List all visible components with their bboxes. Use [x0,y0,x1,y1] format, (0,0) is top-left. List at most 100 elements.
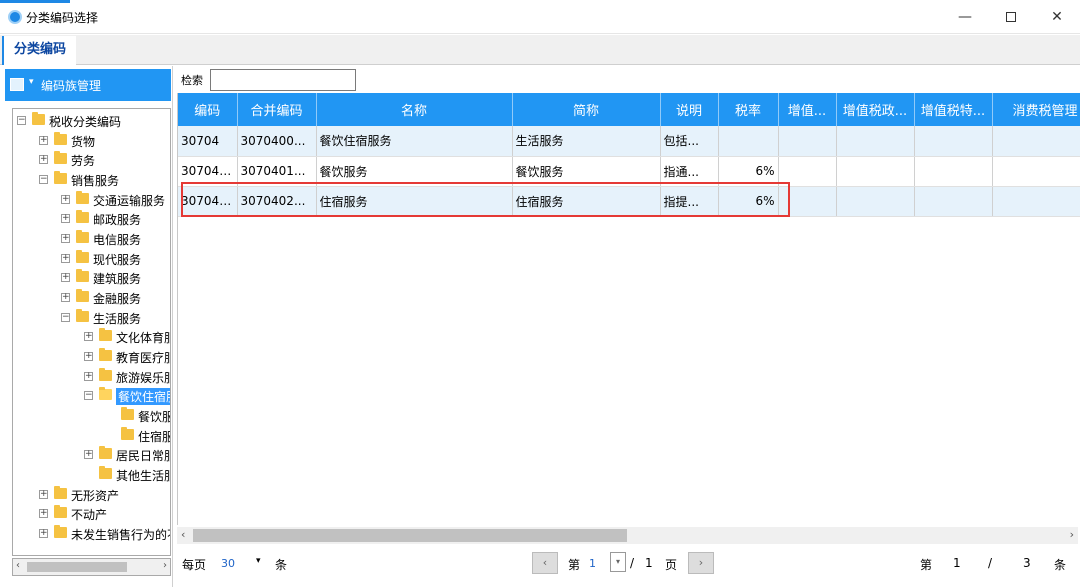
tree-node-label: 交通运输服务 [93,194,166,208]
column-header-tax-rate[interactable]: 税率 [718,93,779,126]
table-row[interactable]: 30704 3070400... 餐饮住宿服务 生活服务 包括... [178,126,1080,157]
expand-icon[interactable]: + [84,372,93,381]
folder-icon [99,328,112,341]
folder-icon [76,269,89,282]
app-icon [8,10,22,24]
tree-node-label: 劳务 [71,154,96,168]
current-page: 1 [589,557,596,570]
scroll-right-icon[interactable]: › [163,560,167,571]
expand-icon[interactable]: + [61,254,70,263]
tree-node-label: 邮政服务 [93,213,142,227]
expand-icon[interactable]: + [39,529,48,538]
expand-icon[interactable]: + [61,214,70,223]
page-unit: 页 [665,558,678,572]
tree-node-label: 不动产 [71,508,108,522]
table-header-row: 编码 合并编码 名称 简称 说明 税率 增值... 增值税政... 增值税特..… [178,93,1080,126]
cell-merged-code: 3070401... [237,156,317,187]
cell-consumption-tax [992,126,1080,157]
cell-code: 3070401 [178,156,238,187]
window-title: 分类编码选择 [26,11,99,25]
expand-icon[interactable]: + [61,273,70,282]
folder-icon [99,368,112,381]
cell-tax-rate: 6% [718,156,779,187]
collapse-icon[interactable]: − [17,116,26,125]
column-header-vat-policy[interactable]: 增值税政... [836,93,915,126]
minimize-button[interactable]: — [942,0,988,34]
cell-vat-policy [836,126,915,157]
column-header-consumption-tax[interactable]: 消费税管理 [992,93,1080,126]
prev-page-button[interactable]: ‹ [532,552,558,574]
cell-description: 指提... [660,186,719,217]
grid-icon [10,78,24,91]
page-select-dropdown[interactable]: ▾ [610,552,626,572]
cell-vat [778,186,837,217]
folder-icon [99,348,112,361]
close-button[interactable]: ✕ [1034,0,1080,34]
tree-node-label: 餐饮住宿服务 [116,388,170,405]
search-label: 检索 [181,74,203,87]
cell-vat-special [914,186,993,217]
page-label: 第 [568,558,581,572]
search-input[interactable] [210,69,356,91]
tree-node-label: 金融服务 [93,292,142,306]
chevron-down-icon[interactable]: ▾ [256,556,261,566]
cell-name: 餐饮服务 [316,156,513,187]
scroll-thumb[interactable] [27,562,127,572]
scroll-left-icon[interactable]: ‹ [181,528,185,541]
column-header-short-name[interactable]: 简称 [512,93,661,126]
tree-node-label: 税收分类编码 [49,115,122,129]
per-page-label: 每页 [182,558,207,572]
folder-icon [76,210,89,223]
expand-icon[interactable]: + [84,332,93,341]
expand-icon[interactable]: + [84,352,93,361]
expand-icon[interactable]: + [61,234,70,243]
collapse-icon[interactable]: − [84,391,93,400]
column-header-description[interactable]: 说明 [660,93,719,126]
code-family-manager-button[interactable]: ▾ 编码族管理 [5,69,171,101]
folder-icon [54,486,67,499]
expand-icon[interactable]: + [39,490,48,499]
expand-icon[interactable]: + [84,450,93,459]
titlebar-accent [0,0,70,3]
total-pages: 1 [645,556,653,570]
collapse-icon[interactable]: − [39,175,48,184]
cell-description: 包括... [660,126,719,157]
folder-icon [76,250,89,263]
scroll-thumb[interactable] [193,529,627,542]
collapse-icon[interactable]: − [61,313,70,322]
tree-horizontal-scrollbar[interactable]: ‹ › [12,558,171,576]
tree-node-label: 电信服务 [93,233,142,247]
tree-node-label: 餐饮服务 [138,410,170,424]
close-icon: ✕ [1051,9,1063,25]
expand-icon[interactable]: + [61,293,70,302]
column-header-name[interactable]: 名称 [316,93,513,126]
column-header-merged-code[interactable]: 合并编码 [237,93,317,126]
record-separator: / [988,556,993,570]
expand-icon[interactable]: + [39,136,48,145]
column-header-vat[interactable]: 增值... [778,93,837,126]
category-tree[interactable]: − 税收分类编码 + 货物 + 劳务 − 销售服务 + 交通运输服务 + 邮政服… [12,108,171,556]
folder-icon [54,525,67,538]
table-row[interactable]: 3070402 3070402... 住宿服务 住宿服务 指提... 6% [178,186,1080,217]
next-page-button[interactable]: › [688,552,714,574]
folder-icon [99,446,112,459]
table-row-highlighted[interactable]: 3070401 3070401... 餐饮服务 餐饮服务 指通... 6% [178,156,1080,187]
folder-icon [32,112,45,125]
cell-short-name: 住宿服务 [512,186,661,217]
tab-classification-code[interactable]: 分类编码 [2,36,77,65]
window-titlebar: 分类编码选择 — ✕ [0,0,1080,34]
cell-vat-special [914,156,993,187]
per-page-value[interactable]: 30 [221,557,235,570]
cell-consumption-tax [992,156,1080,187]
expand-icon[interactable]: + [61,195,70,204]
column-header-code[interactable]: 编码 [178,93,238,126]
scroll-right-icon[interactable]: › [1070,528,1074,541]
expand-icon[interactable]: + [39,509,48,518]
column-header-vat-special[interactable]: 增值税特... [914,93,993,126]
cell-vat-policy [836,186,915,217]
cell-description: 指通... [660,156,719,187]
expand-icon[interactable]: + [39,155,48,164]
maximize-button[interactable] [988,0,1034,34]
table-horizontal-scrollbar[interactable]: ‹ › [177,527,1078,544]
scroll-left-icon[interactable]: ‹ [16,560,20,571]
